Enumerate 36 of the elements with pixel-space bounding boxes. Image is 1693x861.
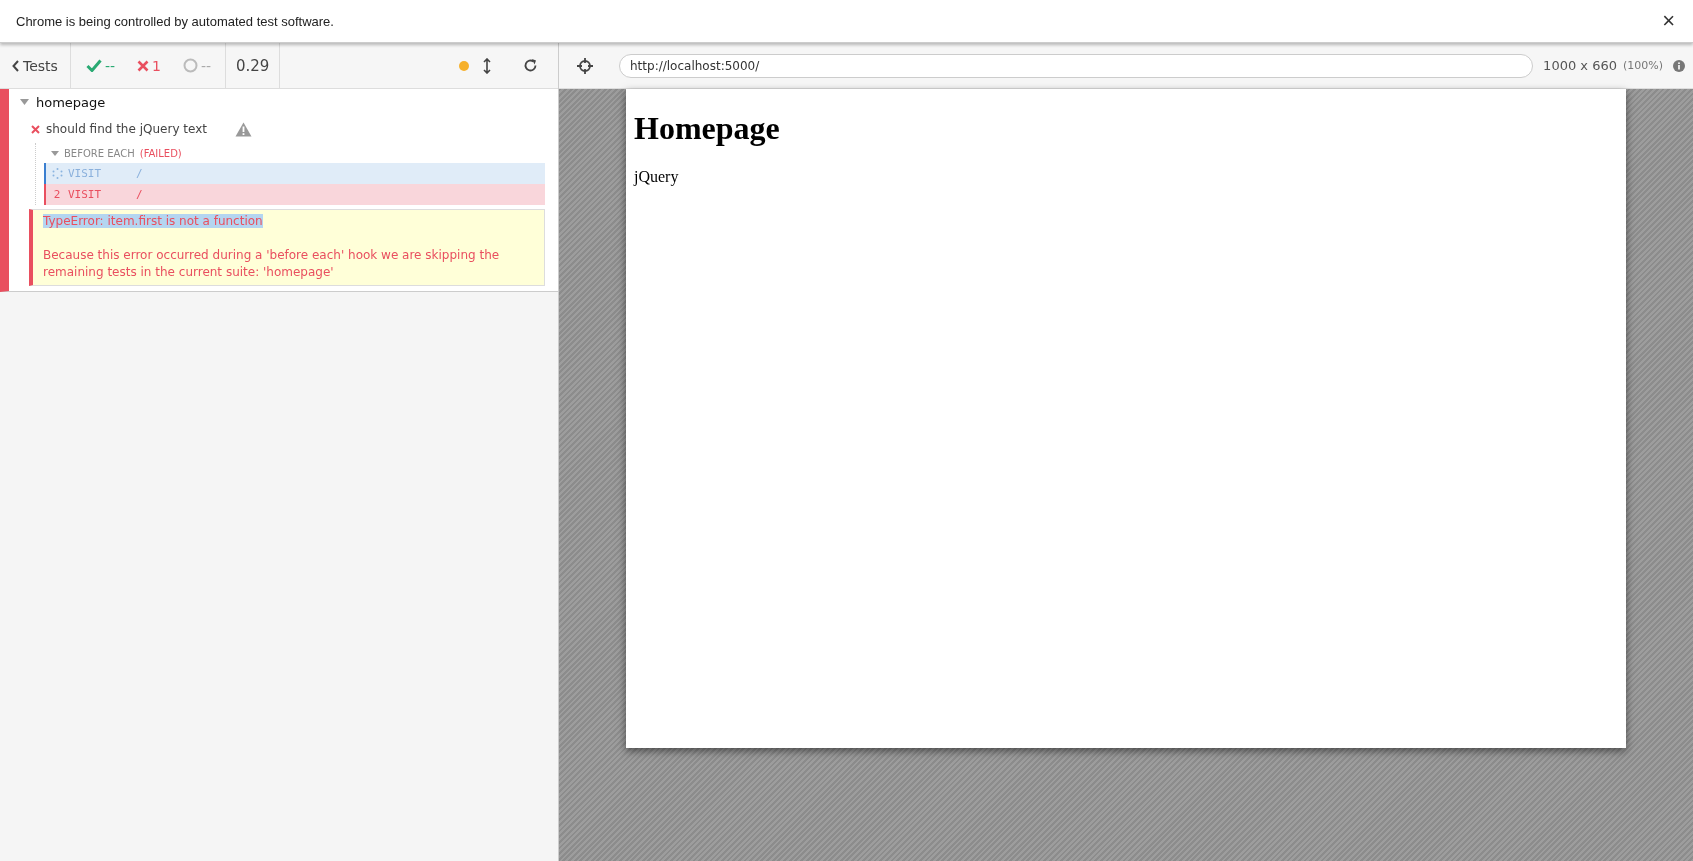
suite-title: homepage: [36, 94, 106, 110]
crosshair-icon: [577, 57, 593, 74]
hook-status: (FAILED): [139, 147, 182, 159]
command-message: /: [136, 167, 143, 180]
error-title: TypeError: item.first is not a function: [43, 214, 263, 228]
duration: 0.29: [226, 43, 281, 88]
hook-header[interactable]: BEFORE EACH (FAILED): [44, 143, 545, 163]
passed-count: --: [85, 57, 115, 74]
reload-icon: [523, 58, 538, 73]
failed-count: 1: [137, 57, 161, 74]
vertical-arrows-icon: [483, 57, 491, 74]
pending-count: --: [182, 57, 211, 74]
suite-header[interactable]: homepage: [9, 89, 558, 115]
chevron-left-icon: [12, 59, 20, 72]
info-icon: [1673, 59, 1685, 72]
command-number: 2: [53, 188, 61, 201]
test-header[interactable]: should find the jQuery text: [9, 115, 558, 143]
scale-label: (100%): [1622, 59, 1663, 72]
cross-icon: [137, 59, 149, 72]
test-title: should find the jQuery text: [46, 122, 207, 136]
url-field[interactable]: http://localhost:5000/: [619, 53, 1534, 78]
check-icon: [85, 59, 102, 72]
tests-button[interactable]: Tests: [0, 43, 71, 88]
command-name: VISIT: [68, 167, 103, 180]
warning-icon: [235, 121, 252, 137]
close-button[interactable]: ×: [1660, 10, 1677, 32]
page-text: jQuery: [634, 168, 680, 186]
hook-name: BEFORE EACH: [64, 147, 135, 159]
spinner-icon: [51, 168, 63, 179]
command-name: VISIT: [68, 188, 103, 201]
infobar-message: Chrome is being controlled by automated test software.: [16, 13, 334, 29]
viewport-size: 1000 x 660: [1543, 58, 1617, 73]
page-heading: Homepage: [634, 110, 781, 147]
error-message: Because this error occurred during a 'before each' hook we are skipping the remaining tests in the current suite: 'homepage': [43, 247, 501, 281]
circle-icon: [182, 58, 198, 73]
command-message: /: [136, 188, 143, 201]
